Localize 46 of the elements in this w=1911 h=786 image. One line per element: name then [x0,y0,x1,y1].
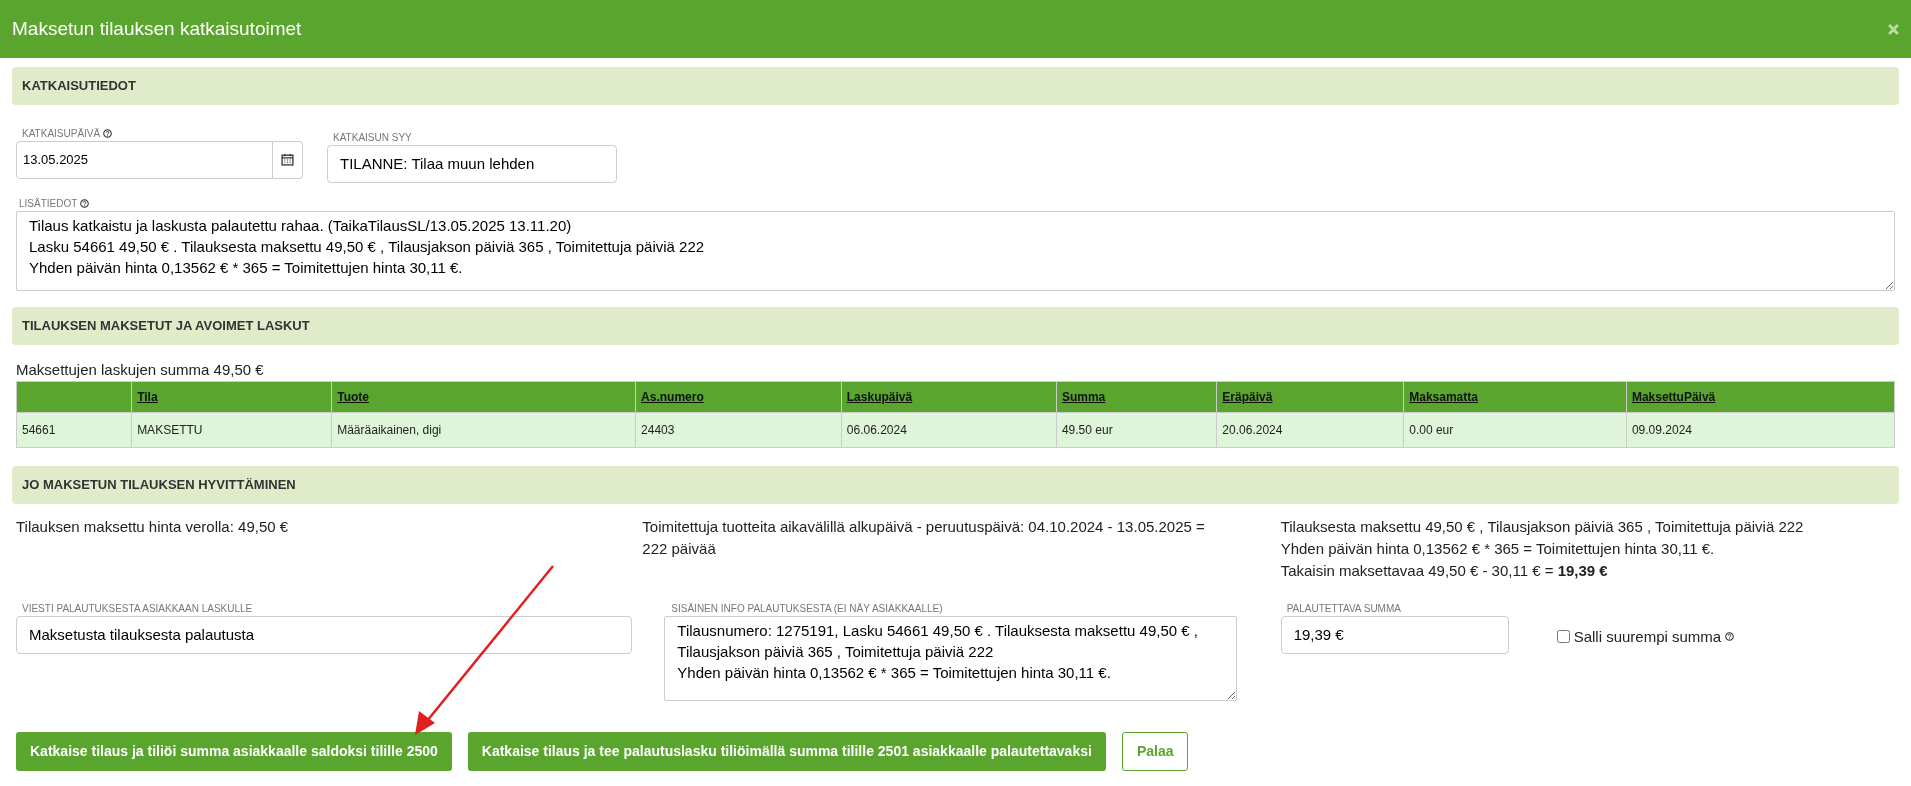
column-header[interactable]: MaksettuPäivä [1626,381,1895,413]
help-icon [80,199,90,208]
column-header[interactable]: Tila [131,381,332,413]
calendar-icon [281,153,295,166]
date-field[interactable]: 13.05.2025 [16,140,274,179]
field-label: KATKAISUN SYY [333,131,412,144]
table-cell: 20.06.2024 [1216,412,1404,448]
column-header[interactable]: As.numero [635,381,842,413]
table-cell: 0.00 eur [1403,412,1627,448]
checkbox[interactable] [1556,630,1570,644]
column-header[interactable]: Maksamatta [1403,381,1627,413]
info-text: Toimitettuja tuotteita aikavälillä alkupäivä - peruutuspäivä: 04.10.2024 - 13.05.2025 = 222 päivää [642,516,1206,559]
column-header[interactable]: Laskupäivä [841,381,1057,413]
table-cell: 06.06.2024 [841,412,1057,448]
calendar-button[interactable] [273,140,303,179]
section-heading: KATKAISUTIEDOT [12,67,1899,105]
invoice-sum-text: Maksettujen laskujen summa 49,50 € [15,359,265,380]
field-label: SISÄINEN INFO PALAUTUKSESTA (EI NÄY ASIAKKAALLE) [671,602,943,615]
message-field[interactable]: Maksetusta tilauksesta palautusta [16,615,633,654]
dialog-title: Maksetun tilauksen katkaisutoimet [12,16,302,41]
info-text: Tilauksesta maksettu 49,50 € , Tilausjakson päiviä 365 , Toimitettuja päiviä 222 [1280,516,1805,537]
info-text: Tilauksen maksettu hinta verolla: 49,50 € [16,516,290,537]
section-heading: TILAUKSEN MAKSETUT JA AVOIMET LASKUT [12,307,1899,345]
help-icon [103,129,113,138]
table-cell: 49.50 eur [1056,412,1217,448]
info-text: Yhden päivän hinta 0,13562 € * 365 = Toimitettujen hinta 30,11 €. [1280,538,1716,559]
field-label: VIESTI PALAUTUKSESTA ASIAKKAAN LASKULLE [22,602,253,615]
column-header[interactable]: Tuote [331,381,636,413]
section-heading: JO MAKSETUN TILAUKSEN HYVITTÄMINEN [12,466,1899,504]
internal-info-field[interactable]: Tilausnumero: 1275191, Lasku 54661 49,50 € . Tilauksesta maksettu 49,50 € , Tilausjakson päiviä 365 , Toimitettuja päiviä 222 Yhden päivän hinta 0,13562 € * 365 = Toimitettujen hinta 30,11 €. [664,615,1237,701]
column-header[interactable]: Summa [1056,381,1217,413]
amount-field[interactable]: 19,39 € [1280,615,1509,654]
info-text: Takaisin maksettavaa 49,50 € - 30,11 € = 19,39 € [1280,560,1609,581]
checkbox-label: Salli suurempi summa [1573,626,1722,647]
table-cell: 09.09.2024 [1626,412,1895,448]
column-header[interactable]: Eräpäivä [1216,381,1404,413]
help-icon [1725,632,1735,642]
reason-field[interactable]: TILANNE: Tilaa muun lehden [327,144,617,183]
notes-field[interactable]: Tilaus katkaistu ja laskusta palautettu rahaa. (TaikaTilausSL/13.05.2025 13.11.20) Lasku 54661 49,50 € . Tilauksesta maksettu 49,50 € , Tilausjakson päiviä 365 , Toimitettuja päiviä 222 Yhden päivän hinta 0,13562 € * 365 = Toimitettujen hinta 30,11 €. [16,210,1895,291]
field-label: PALAUTETTAVA SUMMA [1286,602,1401,615]
table-cell: Määräaikainen, digi [331,412,636,448]
table-cell: 54661 [16,412,132,448]
table-cell: MAKSETTU [131,412,332,448]
field-label: LISÄTIEDOT [19,197,78,210]
field-label: KATKAISUPÄIVÄ [22,127,101,140]
table-cell: 24403 [635,412,842,448]
